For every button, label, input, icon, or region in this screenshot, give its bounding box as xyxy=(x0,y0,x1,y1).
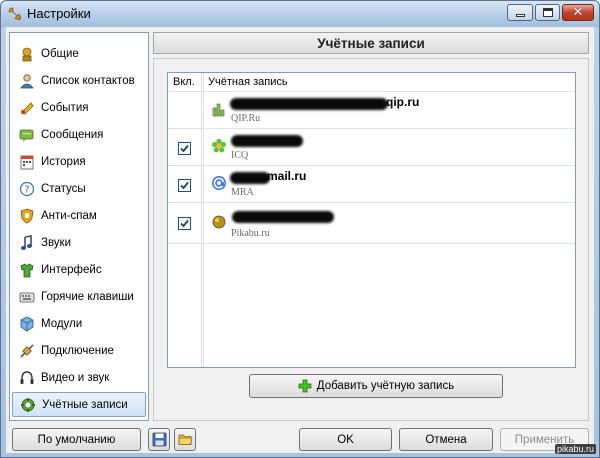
pikabu-icon xyxy=(212,215,226,229)
sidebar-item-label: Учётные записи xyxy=(42,398,128,411)
account-protocol: MRA xyxy=(231,187,254,198)
icq-flower-icon xyxy=(212,138,226,153)
folder-icon xyxy=(178,434,193,445)
sidebar-item-accounts[interactable]: Учётные записи xyxy=(12,392,146,417)
svg-text:?: ? xyxy=(24,184,29,195)
sidebar-item-antispam[interactable]: Анти-спам xyxy=(12,203,146,228)
title-bar[interactable]: Настройки ✕ xyxy=(1,1,599,27)
table-row[interactable]: mail.ru MRA xyxy=(168,167,575,203)
messages-icon xyxy=(19,129,34,142)
sidebar-item-history[interactable]: История xyxy=(12,149,146,174)
events-icon xyxy=(21,101,34,115)
table-row[interactable]: ICQ xyxy=(168,130,575,166)
sidebar-item-label: Статусы xyxy=(41,182,86,195)
accounts-icon xyxy=(21,397,35,412)
redacted-account-name xyxy=(231,135,303,147)
add-account-label: Добавить учётную запись xyxy=(316,380,455,392)
client-area: Общие Список контактов События Сообщения… xyxy=(6,27,594,453)
sidebar-item-connection[interactable]: Подключение xyxy=(12,338,146,363)
account-name: mail.ru xyxy=(267,169,307,183)
contact-list-icon xyxy=(20,73,34,88)
account-enabled-checkbox[interactable] xyxy=(178,142,191,155)
settings-wrench-icon xyxy=(8,7,22,21)
sidebar-item-messages[interactable]: Сообщения xyxy=(12,122,146,147)
open-folder-button[interactable] xyxy=(174,428,196,451)
sidebar-item-label: Видео и звук xyxy=(41,371,110,384)
redacted-account-name xyxy=(232,211,334,223)
general-icon xyxy=(22,47,32,61)
statuses-icon: ? xyxy=(19,181,35,196)
settings-window: Настройки ✕ Общие Список контактов Событ… xyxy=(0,0,600,458)
history-icon xyxy=(20,155,34,169)
account-enabled-checkbox[interactable] xyxy=(178,179,191,192)
watermark: pikabu.ru xyxy=(555,444,597,454)
connection-icon xyxy=(20,343,34,358)
account-enabled-checkbox[interactable] xyxy=(178,217,191,230)
hotkeys-icon xyxy=(19,292,35,302)
save-settings-button[interactable] xyxy=(148,428,170,451)
table-row[interactable]: qip.ru QIP.Ru xyxy=(168,93,575,129)
mra-at-icon xyxy=(212,176,226,190)
checkmark-icon xyxy=(180,219,189,228)
account-protocol: ICQ xyxy=(231,150,249,161)
settings-sidebar: Общие Список контактов События Сообщения… xyxy=(9,32,149,421)
accounts-table: Вкл. Учётная запись qip.ru QIP.Ru ICQ ma… xyxy=(167,72,576,368)
sidebar-item-label: Интерфейс xyxy=(41,263,102,276)
sidebar-item-label: Общие xyxy=(41,47,79,60)
save-disk-icon xyxy=(152,432,166,447)
checkmark-icon xyxy=(180,144,189,153)
sidebar-item-label: Список контактов xyxy=(41,74,135,87)
qip-icon xyxy=(212,103,225,117)
sounds-icon xyxy=(21,234,32,250)
sidebar-item-label: Анти-спам xyxy=(41,209,97,222)
table-row[interactable]: Pikabu.ru xyxy=(168,204,575,244)
panel-title: Учётные записи xyxy=(317,35,425,51)
sidebar-item-general[interactable]: Общие xyxy=(12,41,146,66)
add-account-button[interactable]: Добавить учётную запись xyxy=(249,374,503,398)
sidebar-item-label: Горячие клавиши xyxy=(41,290,134,303)
sidebar-item-contact-list[interactable]: Список контактов xyxy=(12,68,146,93)
sidebar-item-interface[interactable]: Интерфейс xyxy=(12,257,146,282)
sidebar-item-label: История xyxy=(41,155,86,168)
sidebar-item-label: События xyxy=(41,101,89,114)
sidebar-item-label: Звуки xyxy=(41,236,72,249)
panel-header: Учётные записи xyxy=(153,32,589,54)
minimize-button[interactable] xyxy=(507,4,533,21)
redacted-account-name xyxy=(230,172,270,184)
column-header-account[interactable]: Учётная запись xyxy=(208,76,288,88)
table-header: Вкл. Учётная запись xyxy=(168,73,575,92)
account-protocol: Pikabu.ru xyxy=(231,228,270,239)
sidebar-item-label: Модули xyxy=(41,317,83,330)
sidebar-item-modules[interactable]: Модули xyxy=(12,311,146,336)
maximize-icon xyxy=(542,8,553,17)
antispam-icon xyxy=(20,208,34,223)
modules-icon xyxy=(20,316,34,331)
reset-defaults-button[interactable]: По умолчанию xyxy=(12,428,141,451)
maximize-button[interactable] xyxy=(535,4,560,21)
interface-icon xyxy=(20,263,34,277)
column-header-enabled[interactable]: Вкл. xyxy=(173,76,195,88)
video-audio-icon xyxy=(20,370,34,384)
ok-button[interactable]: OK xyxy=(299,428,392,451)
sidebar-item-video-audio[interactable]: Видео и звук xyxy=(12,365,146,390)
account-protocol: QIP.Ru xyxy=(231,113,261,124)
minimize-icon xyxy=(515,14,525,17)
sidebar-item-statuses[interactable]: ? Статусы xyxy=(12,176,146,201)
sidebar-item-label: Сообщения xyxy=(41,128,104,141)
window-title: Настройки xyxy=(27,6,91,21)
account-name: qip.ru xyxy=(386,95,420,109)
sidebar-item-label: Подключение xyxy=(41,344,114,357)
cancel-button[interactable]: Отмена xyxy=(399,428,493,451)
sidebar-item-hotkeys[interactable]: Горячие клавиши xyxy=(12,284,146,309)
accounts-panel: Вкл. Учётная запись qip.ru QIP.Ru ICQ ma… xyxy=(153,58,589,421)
close-icon: ✕ xyxy=(572,5,584,20)
plus-icon xyxy=(298,379,312,393)
close-button[interactable]: ✕ xyxy=(562,4,594,21)
checkmark-icon xyxy=(180,181,189,190)
sidebar-item-sounds[interactable]: Звуки xyxy=(12,230,146,255)
sidebar-item-events[interactable]: События xyxy=(12,95,146,120)
redacted-account-name xyxy=(230,98,388,110)
